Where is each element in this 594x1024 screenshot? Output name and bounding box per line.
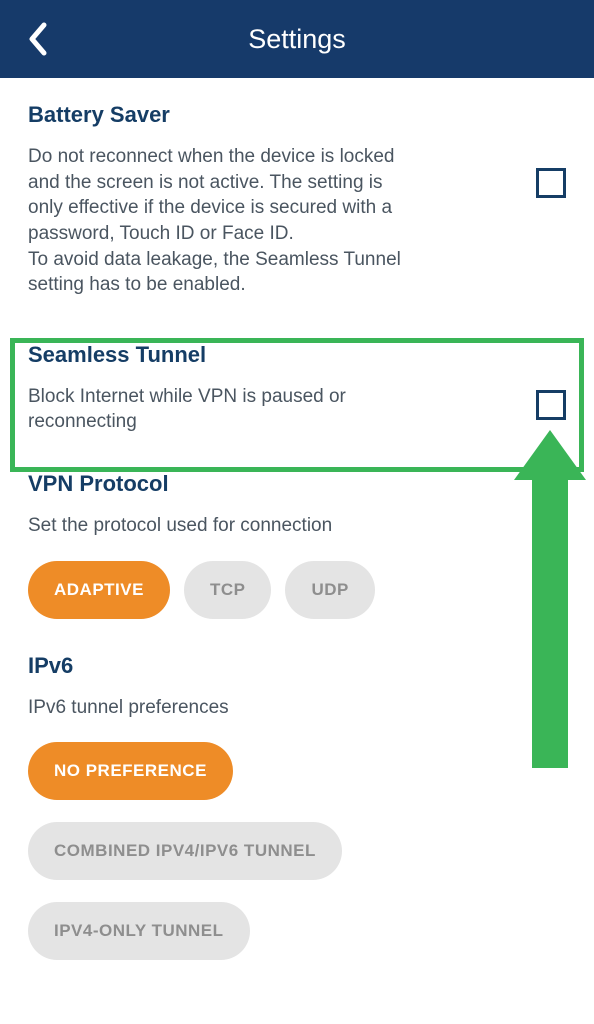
ipv6-ipv4-only-button[interactable]: IPV4-ONLY TUNNEL [28, 902, 250, 960]
battery-saver-desc-line2: To avoid data leakage, the Seamless Tunn… [28, 249, 401, 296]
battery-saver-checkbox[interactable] [536, 168, 566, 198]
battery-saver-desc: Do not reconnect when the device is lock… [28, 144, 408, 298]
battery-saver-section: Battery Saver Do not reconnect when the … [28, 102, 566, 298]
seamless-tunnel-row: Block Internet while VPN is paused or re… [28, 384, 566, 435]
protocol-adaptive-button[interactable]: ADAPTIVE [28, 561, 170, 619]
protocol-tcp-button[interactable]: TCP [184, 561, 272, 619]
ipv6-desc: IPv6 tunnel preferences [28, 695, 448, 721]
vpn-protocol-options: ADAPTIVE TCP UDP [28, 561, 566, 619]
seamless-tunnel-title: Seamless Tunnel [28, 342, 566, 368]
seamless-tunnel-desc: Block Internet while VPN is paused or re… [28, 384, 388, 435]
settings-content: Battery Saver Do not reconnect when the … [0, 78, 594, 960]
back-button[interactable] [16, 17, 60, 61]
app-header: Settings [0, 0, 594, 78]
seamless-tunnel-section: Seamless Tunnel Block Internet while VPN… [28, 328, 566, 441]
battery-saver-row: Do not reconnect when the device is lock… [28, 144, 566, 298]
seamless-tunnel-checkbox[interactable] [536, 390, 566, 420]
battery-saver-title: Battery Saver [28, 102, 566, 128]
ipv6-options: NO PREFERENCE COMBINED IPV4/IPV6 TUNNEL … [28, 742, 566, 960]
page-title: Settings [0, 24, 594, 55]
vpn-protocol-title: VPN Protocol [28, 471, 566, 497]
ipv6-combined-button[interactable]: COMBINED IPV4/IPV6 TUNNEL [28, 822, 342, 880]
vpn-protocol-section: VPN Protocol Set the protocol used for c… [28, 471, 566, 619]
chevron-left-icon [26, 22, 50, 56]
ipv6-no-preference-button[interactable]: NO PREFERENCE [28, 742, 233, 800]
ipv6-title: IPv6 [28, 653, 566, 679]
protocol-udp-button[interactable]: UDP [285, 561, 374, 619]
battery-saver-desc-line1: Do not reconnect when the device is lock… [28, 146, 395, 244]
vpn-protocol-desc: Set the protocol used for connection [28, 513, 448, 539]
ipv6-section: IPv6 IPv6 tunnel preferences NO PREFEREN… [28, 653, 566, 961]
